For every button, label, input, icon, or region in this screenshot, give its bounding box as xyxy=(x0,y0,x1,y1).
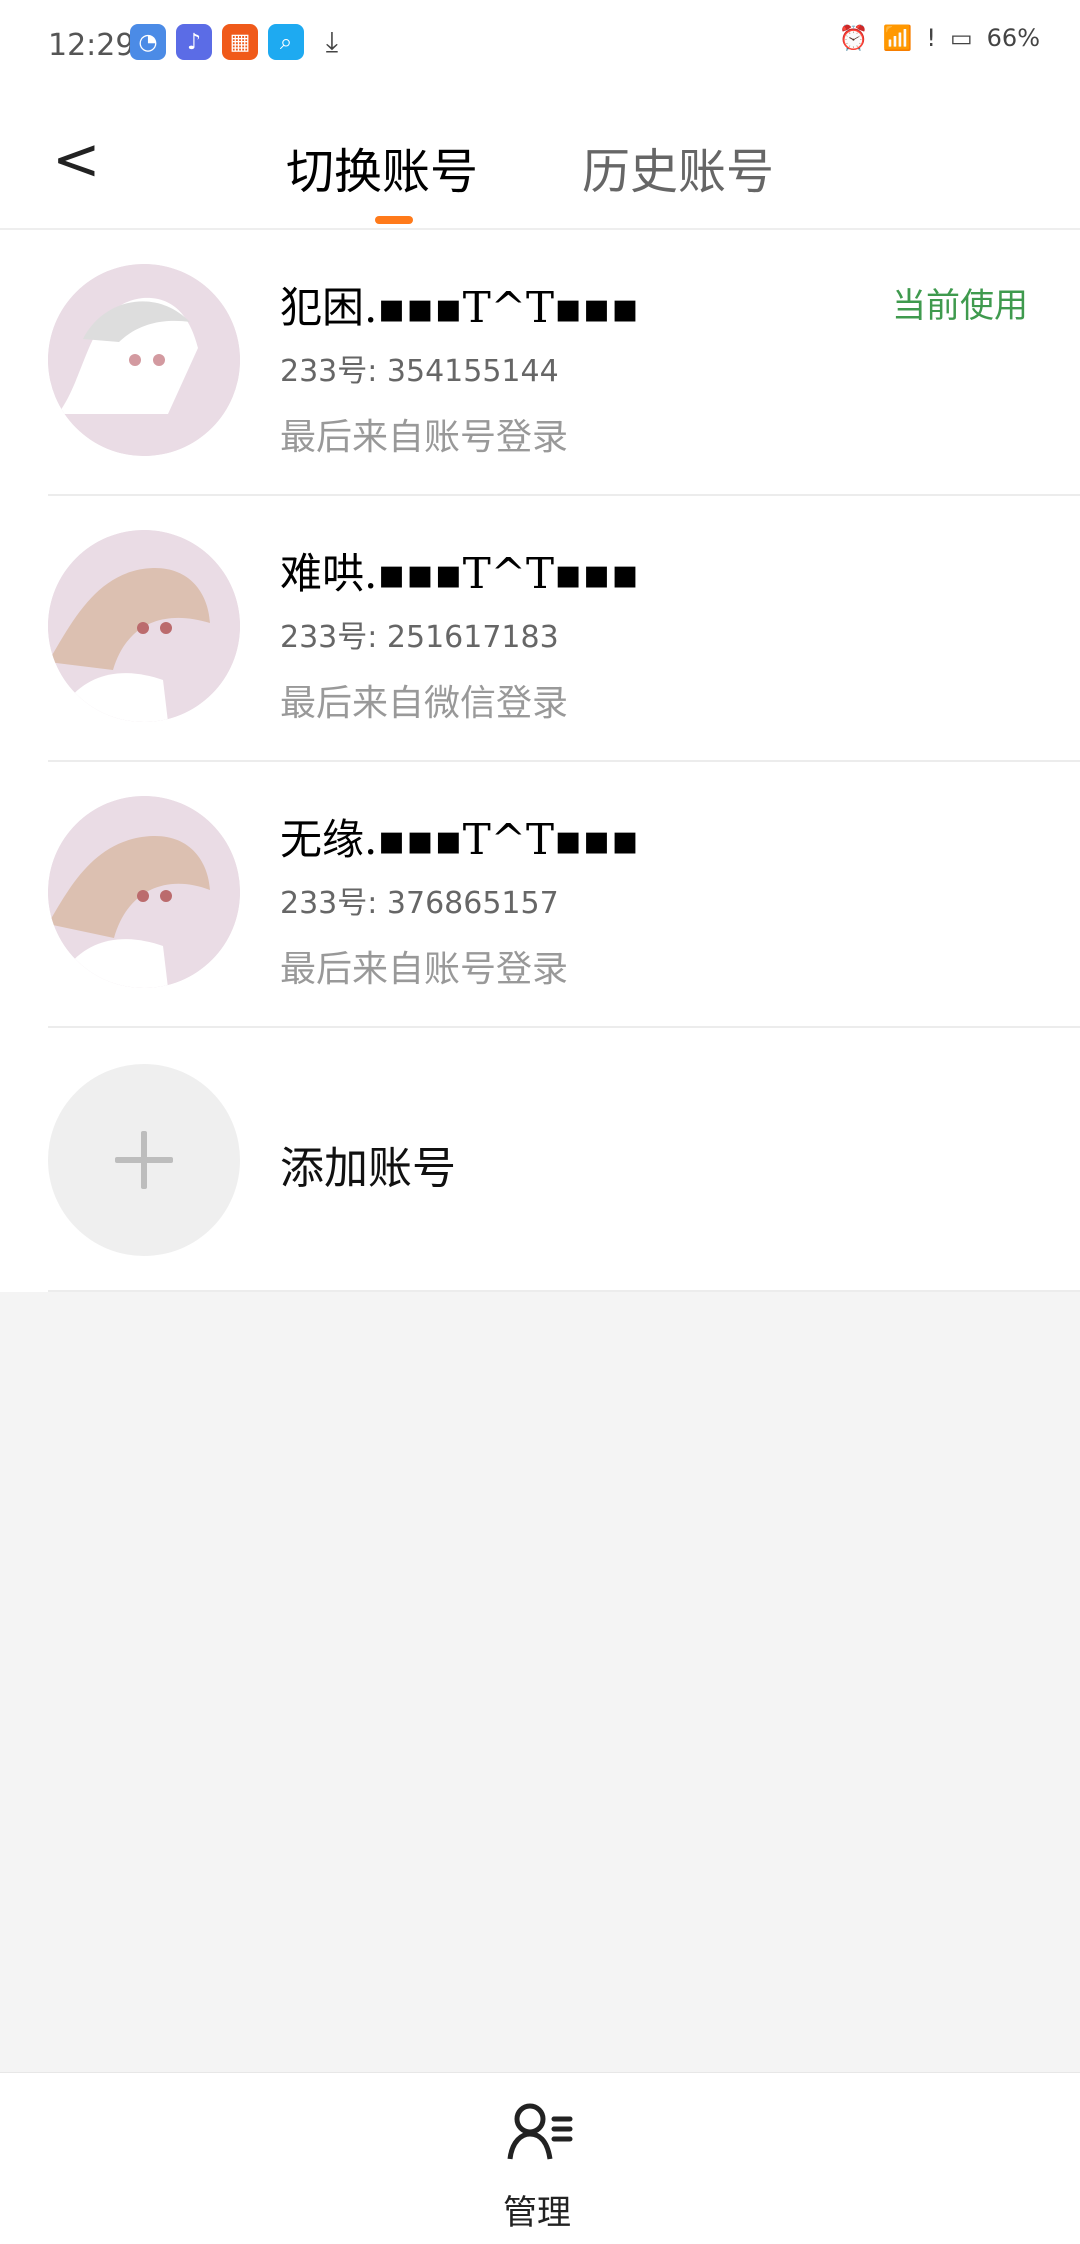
bottom-bar: 管理 xyxy=(0,2072,1080,2244)
avatar xyxy=(48,796,240,988)
login-source: 最后来自账号登录 xyxy=(280,417,569,458)
signal-warning-icon: ! xyxy=(926,24,936,52)
music-icon: ♪ xyxy=(176,24,212,60)
app-icon: ▦ xyxy=(222,24,258,60)
login-source: 最后来自微信登录 xyxy=(280,683,569,724)
status-right: ⏰ 📶 ! ▭ 66% xyxy=(839,24,1040,52)
account-row[interactable]: 难哄.▪︎▪︎▪︎T^T▪︎▪︎▪︎ 233号: 251617183 最后来自微… xyxy=(0,496,1080,762)
status-time: 12:29 xyxy=(48,28,135,63)
account-id: 233号: 354155144 xyxy=(280,354,559,389)
tab-switch-account[interactable]: 切换账号 xyxy=(286,132,478,202)
tab-indicator xyxy=(375,216,413,224)
account-row[interactable]: 犯困.▪︎▪︎▪︎T^T▪︎▪︎▪︎ 233号: 354155144 最后来自账… xyxy=(0,230,1080,496)
manage-icon[interactable] xyxy=(504,2103,576,2163)
account-list: 犯困.▪︎▪︎▪︎T^T▪︎▪︎▪︎ 233号: 354155144 最后来自账… xyxy=(0,230,1080,1292)
battery-icon: ▭ xyxy=(949,24,973,52)
notification-icon: ◔ xyxy=(130,24,166,60)
add-account-row[interactable]: 添加账号 xyxy=(0,1028,1080,1292)
header: < 切换账号 历史账号 xyxy=(0,90,1080,230)
status-bar: 12:29 ◔ ♪ ▦ ⌕ ⤓ ⏰ 📶 ! ▭ 66% xyxy=(0,0,1080,90)
account-id: 233号: 251617183 xyxy=(280,620,559,655)
download-icon: ⤓ xyxy=(325,25,339,58)
wifi-icon: 📶 xyxy=(882,24,913,52)
login-source: 最后来自账号登录 xyxy=(280,949,569,990)
account-name: 无缘.▪︎▪︎▪︎T^T▪︎▪︎▪︎ xyxy=(280,815,640,864)
account-row[interactable]: 无缘.▪︎▪︎▪︎T^T▪︎▪︎▪︎ 233号: 376865157 最后来自账… xyxy=(0,762,1080,1028)
status-icons: ◔ ♪ ▦ ⌕ ⤓ xyxy=(130,24,350,60)
avatar xyxy=(48,530,240,722)
search-icon: ⌕ xyxy=(268,24,304,60)
account-name: 犯困.▪︎▪︎▪︎T^T▪︎▪︎▪︎ xyxy=(280,283,640,332)
back-button[interactable]: < xyxy=(52,130,101,188)
account-name: 难哄.▪︎▪︎▪︎T^T▪︎▪︎▪︎ xyxy=(280,549,640,598)
battery-level: 66% xyxy=(986,24,1040,52)
plus-icon xyxy=(115,1131,173,1189)
alarm-icon: ⏰ xyxy=(838,24,869,52)
account-id: 233号: 376865157 xyxy=(280,886,559,921)
current-badge: 当前使用 xyxy=(892,286,1028,326)
manage-label[interactable]: 管理 xyxy=(503,2185,571,2234)
avatar xyxy=(48,264,240,456)
tab-history-account[interactable]: 历史账号 xyxy=(582,132,774,202)
add-account-label: 添加账号 xyxy=(280,1143,456,1194)
